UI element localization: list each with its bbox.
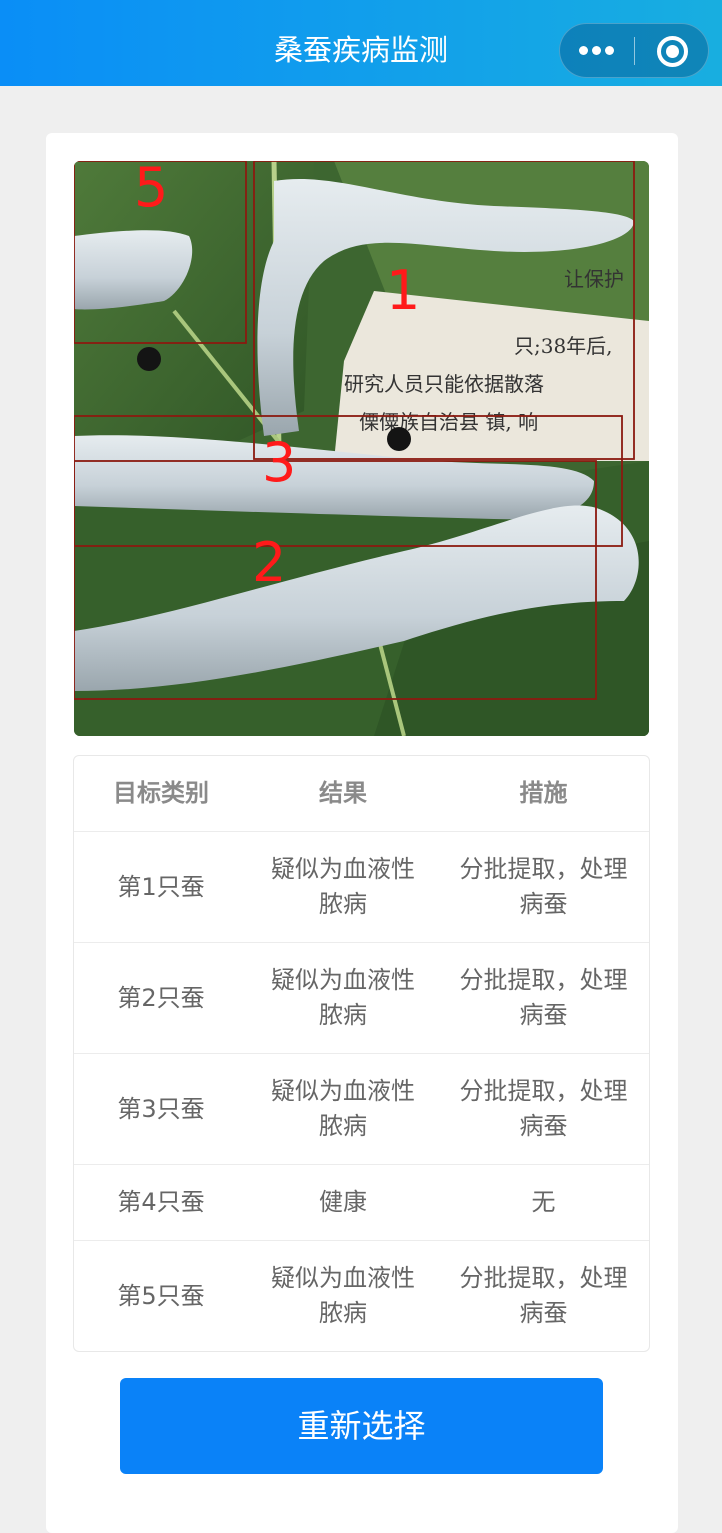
box-label-1: 1 bbox=[386, 259, 420, 322]
table-row: 第5只蚕 疑似为血液性 脓病 分批提取，处理 病蚕 bbox=[74, 1240, 649, 1351]
close-core bbox=[666, 45, 679, 58]
svg-text:只;38年后,: 只;38年后, bbox=[514, 334, 613, 358]
table-row: 第4只蚕 健康 无 bbox=[74, 1164, 649, 1240]
result-line: 疑似为血液性 bbox=[271, 1077, 415, 1105]
target-circle-icon[interactable] bbox=[635, 24, 709, 77]
capsule-menu bbox=[559, 23, 709, 78]
measure-line: 病蚕 bbox=[519, 1001, 568, 1029]
droppings bbox=[387, 427, 411, 451]
table-header: 目标类别 结果 措施 bbox=[74, 756, 649, 831]
dot bbox=[605, 46, 614, 55]
dot bbox=[592, 46, 601, 55]
target-cell: 第4只蚕 bbox=[117, 1188, 205, 1216]
box-label-2: 2 bbox=[252, 531, 286, 594]
result-line: 脓病 bbox=[319, 890, 367, 918]
result-cell: 疑似为血液性 脓病 bbox=[248, 1261, 438, 1331]
result-line: 脓病 bbox=[319, 1112, 367, 1140]
dot bbox=[579, 46, 588, 55]
box-label-3: 3 bbox=[262, 431, 296, 494]
svg-text:研究人员只能依据散落: 研究人员只能依据散落 bbox=[344, 372, 544, 396]
result-line: 脓病 bbox=[319, 1299, 367, 1327]
result-cell: 疑似为血液性 脓病 bbox=[248, 1074, 438, 1144]
measure-cell: 分批提取，处理 病蚕 bbox=[438, 852, 649, 922]
table-row: 第1只蚕 疑似为血液性 脓病 分批提取，处理 病蚕 bbox=[74, 831, 649, 942]
result-line: 疑似为血液性 bbox=[271, 1264, 415, 1292]
svg-text:让保护: 让保护 bbox=[564, 267, 624, 291]
box-label-5: 5 bbox=[134, 161, 168, 219]
measure-line: 病蚕 bbox=[519, 1112, 568, 1140]
measure-cell: 无 bbox=[531, 1188, 556, 1216]
result-cell: 健康 bbox=[319, 1188, 367, 1216]
silkworm-photo: 让保护 只;38年后, 研究人员只能依据散落 傈僳族自治县 镇, 响 1 2 3… bbox=[74, 161, 649, 736]
result-table: 目标类别 结果 措施 第1只蚕 疑似为血液性 脓病 分批提取，处理 病蚕 第2只… bbox=[73, 755, 650, 1352]
target-cell: 第2只蚕 bbox=[117, 983, 205, 1012]
result-card: 让保护 只;38年后, 研究人员只能依据散落 傈僳族自治县 镇, 响 1 2 3… bbox=[46, 133, 678, 1533]
measure-line: 分批提取，处理 bbox=[459, 966, 628, 994]
droppings bbox=[137, 347, 161, 371]
table-row: 第2只蚕 疑似为血液性 脓病 分批提取，处理 病蚕 bbox=[74, 942, 649, 1053]
target-cell: 第3只蚕 bbox=[117, 1094, 205, 1123]
more-dots-icon[interactable] bbox=[560, 24, 634, 77]
svg-text:傈僳族自治县 镇, 响: 傈僳族自治县 镇, 响 bbox=[359, 410, 538, 434]
measure-line: 分批提取，处理 bbox=[459, 1264, 628, 1292]
reselect-button[interactable]: 重新选择 bbox=[120, 1378, 603, 1474]
header-measure: 措施 bbox=[519, 779, 568, 807]
result-line: 脓病 bbox=[319, 1001, 367, 1029]
result-cell: 疑似为血液性 脓病 bbox=[248, 963, 438, 1033]
measure-line: 分批提取，处理 bbox=[459, 855, 628, 883]
table-row: 第3只蚕 疑似为血液性 脓病 分批提取，处理 病蚕 bbox=[74, 1053, 649, 1164]
result-cell: 疑似为血液性 脓病 bbox=[248, 852, 438, 922]
measure-line: 病蚕 bbox=[519, 1299, 568, 1327]
nav-bar: 桑蚕疾病监测 bbox=[0, 0, 722, 86]
result-line: 疑似为血液性 bbox=[271, 966, 415, 994]
header-target: 目标类别 bbox=[113, 779, 209, 807]
target-cell: 第5只蚕 bbox=[117, 1281, 205, 1310]
measure-line: 分批提取，处理 bbox=[459, 1077, 628, 1105]
result-line: 疑似为血液性 bbox=[271, 855, 415, 883]
measure-cell: 分批提取，处理 病蚕 bbox=[438, 1261, 649, 1331]
measure-line: 病蚕 bbox=[519, 890, 568, 918]
header-result: 结果 bbox=[319, 779, 367, 807]
target-cell: 第1只蚕 bbox=[117, 872, 205, 901]
measure-cell: 分批提取，处理 病蚕 bbox=[438, 963, 649, 1033]
measure-cell: 分批提取，处理 病蚕 bbox=[438, 1074, 649, 1144]
